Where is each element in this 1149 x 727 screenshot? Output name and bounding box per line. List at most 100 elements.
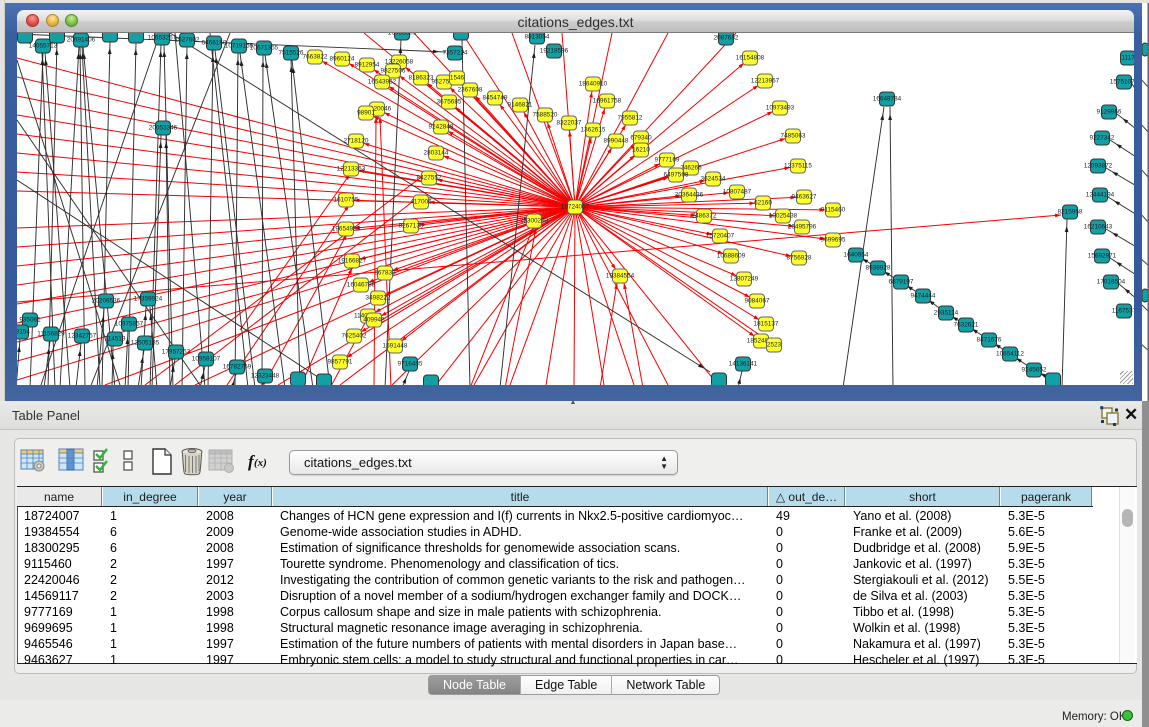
svg-text:14136141: 14136141 [729,361,758,368]
svg-text:39154: 39154 [17,329,30,336]
svg-text:2803144: 2803144 [424,150,449,157]
svg-text:19166827: 19166827 [338,258,367,265]
svg-text:13807249: 13807249 [730,276,759,283]
svg-text:8186323: 8186323 [409,75,434,82]
svg-text:20364436: 20364436 [675,192,704,199]
svg-text:98901: 98901 [357,110,375,117]
svg-text:2087682: 2087682 [714,35,739,42]
svg-text:10973493: 10973493 [766,105,795,112]
svg-text:9777169: 9777169 [655,157,680,164]
svg-text:8960124: 8960124 [330,56,355,63]
svg-text:12323448: 12323448 [251,373,280,380]
svg-text:1640954: 1640954 [844,252,869,259]
svg-text:1691448: 1691448 [383,343,408,350]
svg-text:2367608: 2367608 [458,87,483,94]
svg-text:9699695: 9699695 [821,237,846,244]
svg-text:10975857: 10975857 [115,321,144,328]
svg-text:9084067: 9084067 [745,298,770,305]
svg-text:9245652: 9245652 [1022,367,1047,374]
svg-text:9857791: 9857791 [328,359,353,366]
svg-text:10653267: 10653267 [148,35,177,42]
svg-text:12375115: 12375115 [784,163,812,170]
svg-text:10958107: 10958107 [192,356,221,363]
svg-text:8756928: 8756928 [787,255,812,262]
svg-text:20053346: 20053346 [149,125,178,132]
svg-text:679340: 679340 [630,135,652,142]
svg-text:16046788: 16046788 [347,282,376,289]
svg-text:12342757: 12342757 [68,333,97,340]
svg-text:8813054: 8813054 [525,34,550,41]
svg-text:16033809: 16033809 [388,33,417,37]
svg-text:8990448: 8990448 [604,138,629,145]
svg-text:16648784: 16648784 [873,96,902,103]
svg-text:417006: 417006 [410,199,432,206]
svg-text:17016504: 17016504 [1097,279,1126,286]
svg-text:62160: 62160 [754,200,772,207]
svg-text:7486372: 7486372 [692,213,717,220]
svg-text:7485063: 7485063 [781,133,806,140]
svg-text:10654112: 10654112 [996,351,1024,358]
svg-text:7515526: 7515526 [279,50,304,57]
svg-text:19654983: 19654983 [332,226,361,233]
svg-text:20691406: 20691406 [67,37,96,44]
svg-text:12505135: 12505135 [131,340,160,347]
svg-text:9242848: 9242848 [429,124,454,131]
svg-text:20206536: 20206536 [92,298,121,305]
svg-text:14055713: 14055713 [29,43,58,50]
svg-text:9146821: 9146821 [508,102,533,109]
svg-text:3675685: 3675685 [437,99,462,106]
svg-text:8267130: 8267130 [399,223,424,230]
svg-text:16543962: 16543962 [368,79,397,86]
svg-text:12444194: 12444194 [1086,192,1115,199]
svg-text:935061: 935061 [19,317,41,324]
svg-text:8454749: 8454749 [483,95,508,102]
svg-text:9716485: 9716485 [398,361,423,368]
svg-text:8322037: 8322037 [557,120,582,127]
svg-text:15692971: 15692971 [1088,253,1117,260]
svg-text:1167537: 1167537 [1112,308,1134,315]
svg-text:867833: 867833 [374,270,396,277]
svg-text:16782759: 16782759 [223,364,252,371]
svg-text:7632621: 7632621 [954,322,979,329]
svg-text:10025438: 10025438 [769,213,798,220]
svg-text:15751074: 15751074 [1110,79,1134,86]
svg-text:11156829: 11156829 [37,331,65,338]
svg-text:2935114: 2935114 [934,310,959,317]
svg-text:8938928: 8938928 [866,265,891,272]
svg-text:2523: 2523 [767,342,782,349]
svg-text:10688609: 10688609 [717,253,746,260]
svg-text:7357224: 7357224 [443,50,468,57]
svg-text:1815137: 1815137 [754,321,779,328]
svg-text:18724007: 18724007 [561,204,590,211]
svg-text:9463627: 9463627 [792,194,817,201]
svg-text:6497568: 6497568 [664,172,689,179]
svg-text:17957253: 17957253 [162,349,191,356]
svg-text:3624534: 3624534 [701,176,726,183]
svg-text:9474444: 9474444 [911,293,936,300]
svg-text:19218596: 19218596 [540,48,569,55]
svg-text:19384554: 19384554 [606,273,635,280]
svg-text:10671355: 10671355 [250,45,279,52]
svg-text:12213967: 12213967 [751,78,780,85]
svg-text:16961758: 16961758 [593,98,622,105]
svg-text:16210643: 16210643 [1084,224,1113,231]
svg-text:9115460: 9115460 [821,207,846,214]
svg-text:3498222: 3498222 [366,295,391,302]
svg-text:26495796: 26495796 [788,224,817,231]
svg-text:18640910: 18640910 [579,81,608,88]
svg-text:1527602: 1527602 [175,37,200,44]
svg-text:1117: 1117 [1121,55,1134,62]
svg-text:8912954: 8912954 [355,62,380,69]
svg-text:9129966: 9129966 [1097,109,1122,116]
svg-text:7588520: 7588520 [533,112,558,119]
svg-text:409948: 409948 [363,317,385,324]
svg-text:8427552: 8427552 [417,175,442,182]
svg-text:7663822: 7663822 [303,54,328,61]
svg-text:12213363: 12213363 [337,166,366,173]
svg-text:9827506: 9827506 [381,68,406,75]
svg-text:114519: 114519 [105,336,126,343]
svg-text:16154808: 16154808 [736,55,765,62]
svg-text:12093872: 12093872 [1084,163,1113,170]
svg-text:(x): (x) [254,457,267,469]
svg-text:6466160: 6466160 [202,40,227,47]
